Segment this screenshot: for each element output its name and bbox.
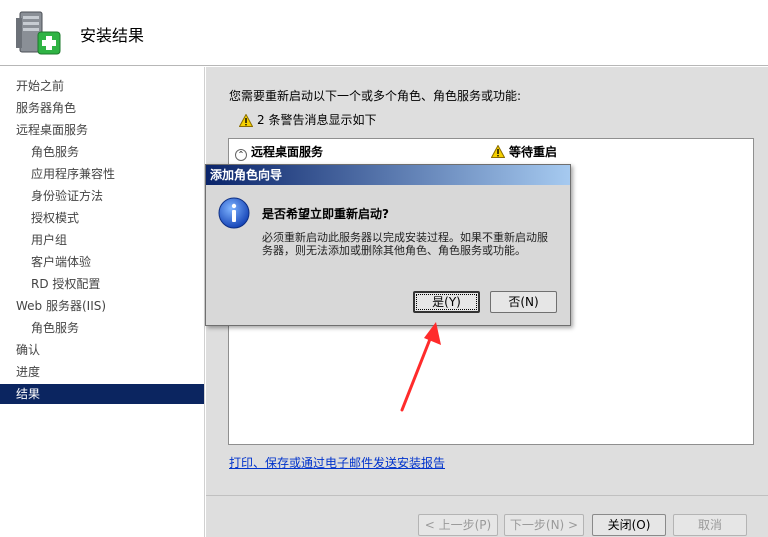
info-icon (218, 197, 250, 229)
nav-step[interactable]: 用户组 (0, 230, 204, 250)
nav-step[interactable]: Web 服务器(IIS) (0, 296, 204, 316)
result-row[interactable]: ⌃ 远程桌面服务 等待重启 (235, 143, 745, 161)
wizard-header: 安装结果 (0, 0, 768, 66)
close-button[interactable]: 关闭(O) (592, 514, 666, 536)
warning-icon (490, 144, 506, 158)
nav-step[interactable]: 应用程序兼容性 (0, 164, 204, 184)
nav-step[interactable]: 角色服务 (0, 318, 204, 338)
result-status-label: 等待重启 (509, 145, 558, 159)
nav-step-active[interactable]: 结果 (0, 384, 204, 404)
nav-step[interactable]: 开始之前 (0, 76, 204, 96)
nav-step[interactable]: 角色服务 (0, 142, 204, 162)
nav-step[interactable]: RD 授权配置 (0, 274, 204, 294)
warning-summary: 2 条警告消息显示如下 (238, 111, 377, 128)
nav-step[interactable]: 进度 (0, 362, 204, 382)
nav-step[interactable]: 远程桌面服务 (0, 120, 204, 140)
no-button[interactable]: 否(N) (490, 291, 557, 313)
install-report-link[interactable]: 打印、保存或通过电子邮件发送安装报告 (229, 454, 445, 471)
collapse-icon[interactable]: ⌃ (235, 149, 247, 161)
yes-button[interactable]: 是(Y) (413, 291, 480, 313)
next-button[interactable]: 下一步(N) > (504, 514, 584, 536)
result-status: 等待重启 (490, 143, 558, 160)
previous-button[interactable]: < 上一步(P) (418, 514, 498, 536)
nav-step[interactable]: 服务器角色 (0, 98, 204, 118)
nav-step[interactable]: 身份验证方法 (0, 186, 204, 206)
dialog-description: 必须重新启动此服务器以完成安装过程。如果不重新启动服务器，则无法添加或删除其他角… (262, 231, 548, 257)
server-roles-add-icon (16, 11, 61, 55)
nav-step[interactable]: 客户端体验 (0, 252, 204, 272)
dialog-question: 是否希望立即重新启动? (262, 207, 389, 221)
nav-step[interactable]: 授权模式 (0, 208, 204, 228)
result-role-label: 远程桌面服务 (251, 145, 324, 159)
cancel-button[interactable]: 取消 (673, 514, 747, 536)
restart-dialog: 添加角色向导 是否希望立即重新启动? 必须重新启动此服务器以完成安装过程。如果不… (205, 164, 571, 326)
restart-intro-text: 您需要重新启动以下一个或多个角色、角色服务或功能: (229, 89, 522, 103)
warning-summary-text: 2 条警告消息显示如下 (257, 113, 377, 127)
warning-icon (238, 113, 254, 127)
nav-step[interactable]: 确认 (0, 340, 204, 360)
result-role: ⌃ 远程桌面服务 (235, 143, 323, 161)
wizard-steps-nav: 开始之前 服务器角色 远程桌面服务 角色服务 应用程序兼容性 身份验证方法 授权… (0, 67, 205, 537)
dialog-title: 添加角色向导 (206, 165, 570, 185)
wizard-footer: < 上一步(P) 下一步(N) > 关闭(O) 取消 (206, 495, 768, 537)
page-title: 安装结果 (80, 26, 145, 45)
